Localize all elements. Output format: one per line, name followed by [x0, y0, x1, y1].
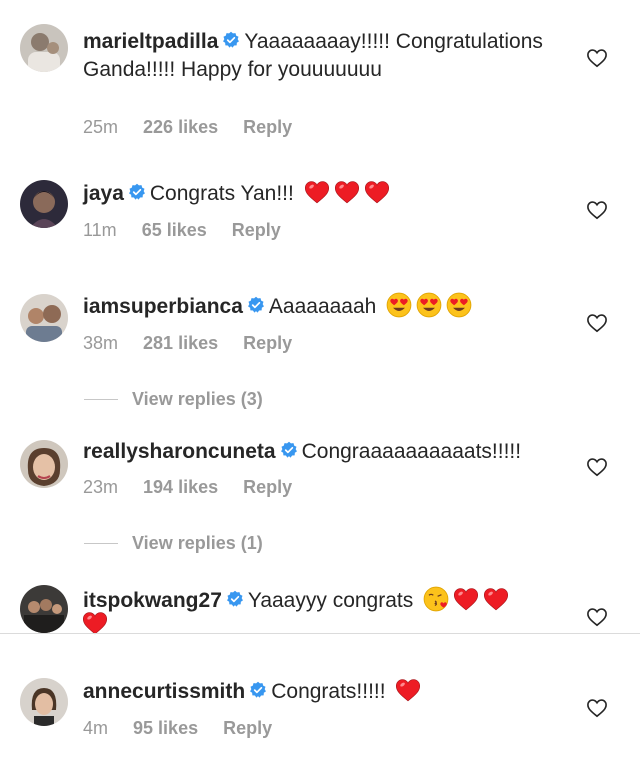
- likes-count[interactable]: 65 likes: [142, 220, 207, 240]
- emoji-group: [391, 680, 421, 703]
- comment-text-block: itspokwang27 Yaaayyy congrats: [83, 587, 570, 615]
- likes-count[interactable]: 95 likes: [133, 718, 198, 738]
- view-replies-button[interactable]: View replies (1): [84, 533, 263, 554]
- replies-divider-line: [84, 398, 118, 400]
- verified-badge-icon: [249, 681, 267, 699]
- kissing-heart-emoji-icon: [423, 586, 449, 612]
- red-heart-icon: [395, 677, 421, 703]
- comment-text: Congrats!!!!!: [271, 680, 386, 703]
- timestamp: 4m: [83, 718, 109, 738]
- reply-button[interactable]: Reply: [223, 718, 272, 738]
- avatar[interactable]: [20, 678, 68, 726]
- verified-badge-icon: [280, 441, 298, 459]
- verified-badge-icon: [222, 31, 240, 49]
- comment-text: Aaaaaaaah: [268, 295, 377, 318]
- comment-meta: 4m 95 likes Reply: [83, 718, 292, 739]
- timestamp: 25m: [83, 117, 119, 137]
- heart-outline-icon[interactable]: [586, 48, 608, 68]
- view-replies-button[interactable]: View replies (3): [84, 389, 263, 410]
- red-heart-icon: [483, 586, 509, 612]
- comment-meta: 38m 281 likes Reply: [83, 333, 312, 354]
- red-heart-icon: [364, 179, 390, 205]
- comment-text: Yaaayyy congrats: [247, 589, 414, 612]
- avatar[interactable]: [20, 180, 68, 228]
- emoji-group: [300, 182, 390, 205]
- reply-button[interactable]: Reply: [243, 117, 292, 137]
- timestamp: 11m: [83, 220, 117, 240]
- emoji-group: [419, 589, 509, 612]
- avatar[interactable]: [20, 440, 68, 488]
- username[interactable]: iamsuperbianca: [83, 295, 243, 318]
- likes-count[interactable]: 226 likes: [143, 117, 218, 137]
- divider: [0, 633, 640, 634]
- username[interactable]: jaya: [83, 182, 124, 205]
- avatar[interactable]: [20, 24, 68, 72]
- comment-text-block: reallysharoncuneta Congraaaaaaaaaats!!!!!: [83, 438, 570, 466]
- replies-divider-line: [84, 542, 118, 544]
- heart-eyes-emoji-icon: [416, 292, 442, 318]
- likes-count[interactable]: 281 likes: [143, 333, 218, 353]
- verified-badge-icon: [226, 590, 244, 608]
- view-replies-label[interactable]: View replies (3): [132, 389, 263, 409]
- reply-button[interactable]: Reply: [243, 477, 292, 497]
- red-heart-icon: [334, 179, 360, 205]
- emoji-group: [382, 295, 472, 318]
- verified-badge-icon: [128, 183, 146, 201]
- comment-text-block: jaya Congrats Yan!!!: [83, 180, 570, 208]
- avatar[interactable]: [20, 585, 68, 633]
- timestamp: 38m: [83, 333, 119, 353]
- heart-eyes-emoji-icon: [386, 292, 412, 318]
- reply-button[interactable]: Reply: [232, 220, 281, 240]
- username[interactable]: annecurtissmith: [83, 680, 245, 703]
- heart-outline-icon[interactable]: [586, 607, 608, 627]
- verified-badge-icon: [247, 296, 265, 314]
- red-heart-icon: [304, 179, 330, 205]
- username[interactable]: reallysharoncuneta: [83, 440, 276, 463]
- comment-meta: 11m 65 likes Reply: [83, 220, 301, 241]
- comment-text-block: iamsuperbianca Aaaaaaaah: [83, 293, 570, 321]
- red-heart-icon: [453, 586, 479, 612]
- timestamp: 23m: [83, 477, 119, 497]
- heart-eyes-emoji-icon: [446, 292, 472, 318]
- heart-outline-icon[interactable]: [586, 200, 608, 220]
- comment-text: Congrats Yan!!!: [149, 182, 294, 205]
- heart-outline-icon[interactable]: [586, 457, 608, 477]
- view-replies-label[interactable]: View replies (1): [132, 533, 263, 553]
- comment-text: Congraaaaaaaaaats!!!!!: [301, 440, 522, 463]
- likes-count[interactable]: 194 likes: [143, 477, 218, 497]
- comment-text-block: annecurtissmith Congrats!!!!!: [83, 678, 570, 706]
- username[interactable]: itspokwang27: [83, 589, 222, 612]
- comment-text-block: marieltpadilla Yaaaaaaaay!!!!! Congratula…: [83, 28, 570, 84]
- comment-meta: 25m 226 likes Reply: [83, 117, 312, 138]
- comment-meta: 23m 194 likes Reply: [83, 477, 312, 498]
- avatar[interactable]: [20, 294, 68, 342]
- username[interactable]: marieltpadilla: [83, 30, 218, 53]
- heart-outline-icon[interactable]: [586, 313, 608, 333]
- reply-button[interactable]: Reply: [243, 333, 292, 353]
- heart-outline-icon[interactable]: [586, 698, 608, 718]
